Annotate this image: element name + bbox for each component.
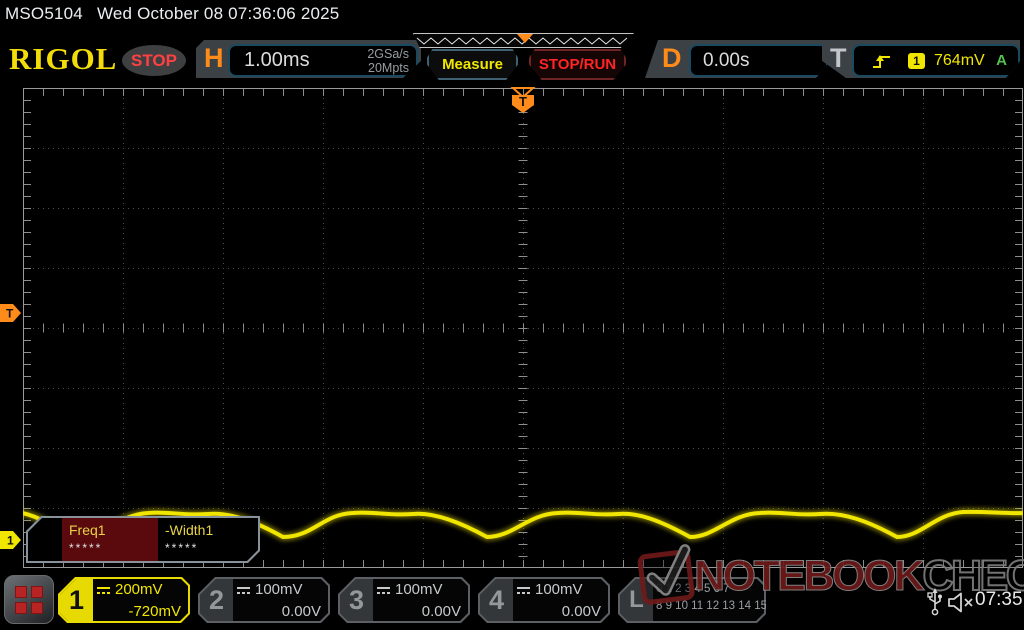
graticule [23,88,1023,568]
run-state-badge: STOP [122,45,186,76]
memory-position-marker [517,34,533,43]
clock: 07:35 [975,589,1023,611]
channel-3-number: 3 [340,579,373,621]
dc-coupling-icon [236,585,251,595]
datetime-label: Wed October 08 07:36:06 2025 [97,4,340,23]
trigger-level-value: 764mV [934,52,985,70]
timebase-value: 1.00ms [244,49,310,72]
channel-1-scale: 200mV [115,581,163,598]
logic-channel-numbers: 0 1 2 3 4 5 6 7 8 9 10 11 12 13 14 15 [656,581,767,616]
measurement-freq1[interactable]: Freq1 ***** [62,518,158,561]
trigger-display: 1 764mV A [852,44,1020,77]
speaker-muted-icon [947,592,975,613]
channel-2-offset: 0.00V [282,603,321,620]
delay-label: D [662,43,682,74]
measurement-value: ***** [165,541,254,555]
delay-value: 0.00s [703,50,749,72]
measure-button[interactable]: Measure [427,49,518,80]
channel-2-number: 2 [200,579,233,621]
measurement-width1[interactable]: -Width1 ***** [158,518,254,561]
trigger-position-marker[interactable]: T [509,86,537,114]
trigger-level-marker[interactable]: T [0,304,22,322]
dc-coupling-icon [96,585,111,595]
measurement-name: Freq1 [69,522,158,538]
trigger-source-badge: 1 [908,53,925,69]
channel-4-scale: 100mV [535,581,583,598]
channel-1-box[interactable]: 1 200mV -720mV [58,577,190,623]
delay-display: 0.00s [689,44,828,77]
channel-3-box[interactable]: 3 100mV 0.00V [338,577,470,623]
timebase-display: 1.00ms 2GSa/s 20Mpts [228,44,418,77]
measurement-popup[interactable]: Freq1 ***** -Width1 ***** [26,516,260,563]
rigol-logo: RIGOL [9,41,117,77]
dc-coupling-icon [516,585,531,595]
ch1-position-number: 1 [7,534,14,548]
horizontal-label: H [204,43,224,74]
channel-2-box[interactable]: 2 100mV 0.00V [198,577,330,623]
dc-coupling-icon [376,585,391,595]
channel-4-offset: 0.00V [562,603,601,620]
trigger-position-letter: T [519,94,527,109]
trigger-settings-box[interactable]: T 1 764mV A [822,40,1020,78]
channel-3-scale: 100mV [395,581,443,598]
measurement-value: ***** [69,541,158,555]
trigger-level-letter: T [6,307,14,321]
status-header: MSO5104 Wed October 08 07:36:06 2025 [5,4,353,24]
logic-label: L [620,579,653,621]
channel-4-box[interactable]: 4 100mV 0.00V [478,577,610,623]
waveform-memory-bar[interactable] [413,33,634,48]
channel-1-number: 1 [60,579,93,621]
menu-button[interactable] [4,575,54,624]
trigger-label: T [830,43,847,74]
menu-grid-icon [15,586,43,614]
model-label: MSO5104 [5,4,83,23]
delay-settings-box[interactable]: D 0.00s [642,40,830,78]
channel-1-offset: -720mV [128,603,181,620]
stop-run-button[interactable]: STOP/RUN [529,49,626,80]
logic-row-2: 8 9 10 11 12 13 14 15 [656,598,767,615]
channel-3-offset: 0.00V [422,603,461,620]
memory-depth: 20Mpts [368,61,409,75]
ch1-position-marker[interactable]: 1 [0,531,22,549]
logic-channels-box[interactable]: L 0 1 2 3 4 5 6 7 8 9 10 11 12 13 14 15 [618,577,766,623]
channel-4-number: 4 [480,579,513,621]
usb-icon [927,588,944,616]
popup-spacer [28,518,62,561]
channel-2-scale: 100mV [255,581,303,598]
horizontal-settings-box[interactable]: H 1.00ms 2GSa/s 20Mpts [196,40,421,78]
acquisition-rates: 2GSa/s 20Mpts [367,47,409,75]
measurement-name: -Width1 [165,522,254,538]
trigger-mode: A [996,52,1007,69]
trigger-edge-icon [872,52,892,70]
sample-rate: 2GSa/s [367,47,409,61]
logic-row-1: 0 1 2 3 4 5 6 7 [656,581,767,598]
